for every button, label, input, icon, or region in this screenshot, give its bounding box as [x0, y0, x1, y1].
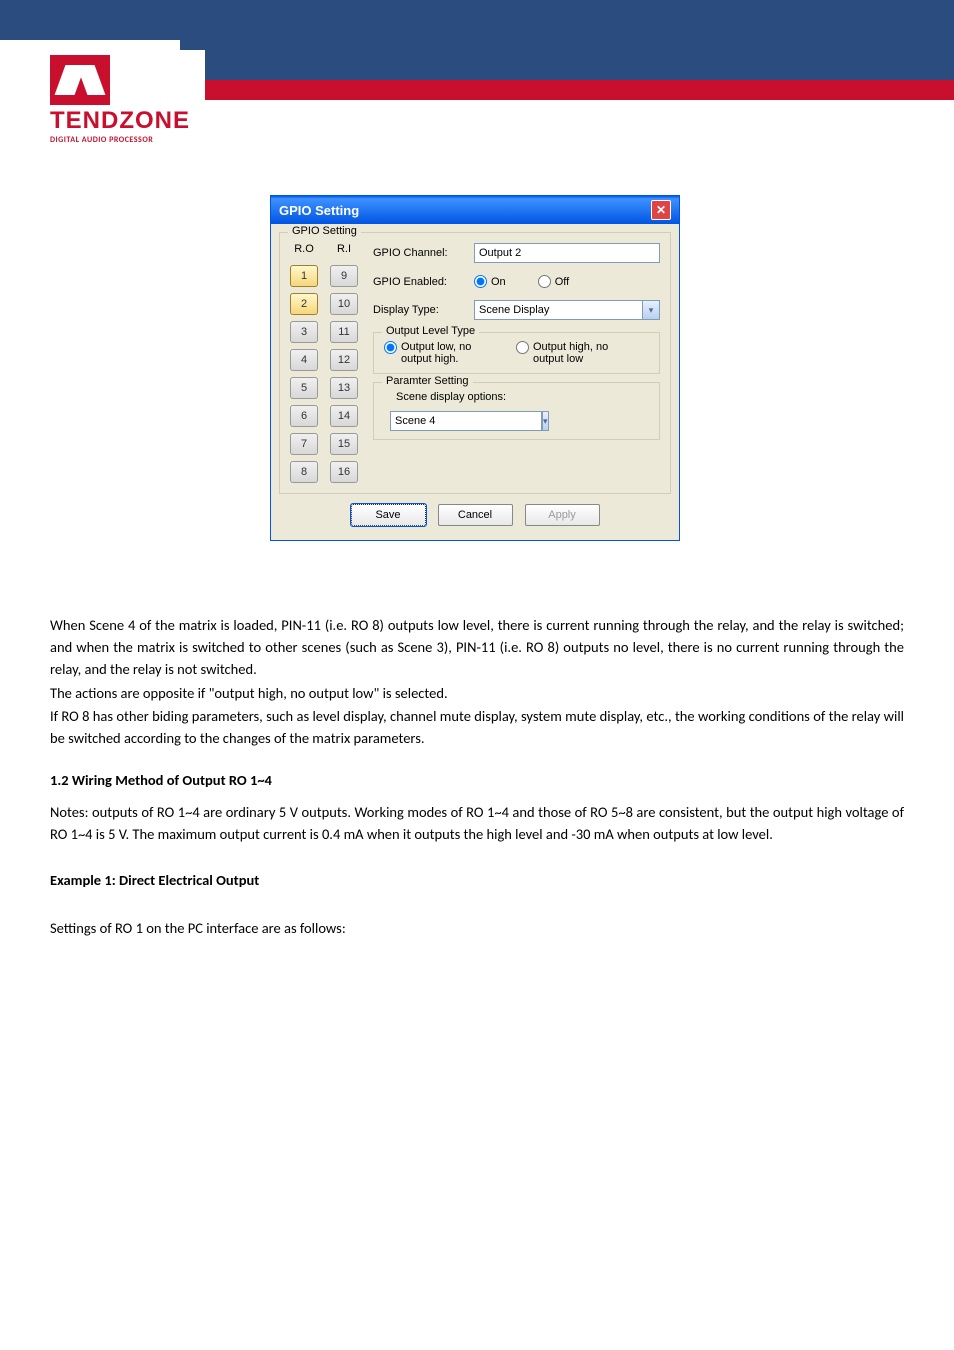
pin-ro-7[interactable]: 7	[290, 433, 318, 455]
output-high-option[interactable]: Output high, no output low	[516, 341, 628, 365]
window-titlebar[interactable]: GPIO Setting ✕	[271, 196, 679, 224]
radio-on[interactable]	[474, 275, 487, 288]
scene-display-options-label: Scene display options:	[384, 391, 649, 403]
save-button[interactable]: Save	[351, 504, 426, 526]
body-paragraph: Notes: outputs of RO 1~4 are ordinary 5 …	[50, 802, 904, 846]
gpio-channel-label: GPIO Channel:	[373, 247, 468, 259]
output-level-type-legend: Output Level Type	[382, 325, 479, 337]
gpio-enabled-label: GPIO Enabled:	[373, 276, 468, 288]
display-type-select[interactable]	[474, 300, 642, 320]
logo-brand: TENDZONE	[50, 107, 200, 135]
pin-ri-13[interactable]: 13	[330, 377, 358, 399]
pin-ro-3[interactable]: 3	[290, 321, 318, 343]
gpio-setting-window: GPIO Setting ✕ GPIO Setting R.O R.I 19 2…	[270, 195, 680, 541]
body-paragraph: The actions are opposite if "output high…	[50, 683, 904, 705]
display-type-label: Display Type:	[373, 304, 468, 316]
gpio-setting-legend: GPIO Setting	[288, 225, 361, 237]
gpio-enabled-on[interactable]: On	[474, 275, 506, 288]
pin-ro-1[interactable]: 1	[290, 265, 318, 287]
apply-button: Apply	[525, 504, 600, 526]
radio-output-low[interactable]	[384, 341, 397, 354]
close-icon[interactable]: ✕	[651, 200, 671, 220]
radio-off[interactable]	[538, 275, 551, 288]
pin-ro-5[interactable]: 5	[290, 377, 318, 399]
pin-ri-16[interactable]: 16	[330, 461, 358, 483]
logo: TENDZONE DIGITAL AUDIO PROCESSOR	[45, 50, 205, 150]
chevron-down-icon[interactable]: ▾	[542, 411, 549, 431]
pin-ro-8[interactable]: 8	[290, 461, 318, 483]
pin-ri-10[interactable]: 10	[330, 293, 358, 315]
pin-ri-9[interactable]: 9	[330, 265, 358, 287]
pin-ro-2[interactable]: 2	[290, 293, 318, 315]
logo-icon	[50, 55, 110, 105]
pin-ri-11[interactable]: 11	[330, 321, 358, 343]
pin-ro-4[interactable]: 4	[290, 349, 318, 371]
window-title: GPIO Setting	[279, 203, 359, 218]
output-low-option[interactable]: Output low, no output high.	[384, 341, 496, 365]
body-paragraph: If RO 8 has other biding parameters, suc…	[50, 706, 904, 750]
scene-select[interactable]	[390, 411, 542, 431]
pin-ri-15[interactable]: 15	[330, 433, 358, 455]
pin-ri-12[interactable]: 12	[330, 349, 358, 371]
body-paragraph: Settings of RO 1 on the PC interface are…	[50, 918, 904, 940]
gpio-enabled-off[interactable]: Off	[538, 275, 569, 288]
cancel-button[interactable]: Cancel	[438, 504, 513, 526]
section-heading: 1.2 Wiring Method of Output RO 1~4	[50, 770, 904, 792]
body-paragraph: When Scene 4 of the matrix is loaded, PI…	[50, 615, 904, 680]
pin-ro-6[interactable]: 6	[290, 405, 318, 427]
page-header-banner: TENDZONE DIGITAL AUDIO PROCESSOR	[0, 0, 954, 155]
logo-tagline: DIGITAL AUDIO PROCESSOR	[50, 135, 200, 145]
col-header-ri: R.I	[330, 243, 358, 255]
parameter-setting-legend: Paramter Setting	[382, 375, 473, 387]
example-heading: Example 1: Direct Electrical Output	[50, 870, 904, 892]
radio-output-high[interactable]	[516, 341, 529, 354]
chevron-down-icon[interactable]: ▾	[642, 300, 660, 320]
col-header-ro: R.O	[290, 243, 318, 255]
gpio-channel-input[interactable]	[474, 243, 660, 263]
pin-ri-14[interactable]: 14	[330, 405, 358, 427]
